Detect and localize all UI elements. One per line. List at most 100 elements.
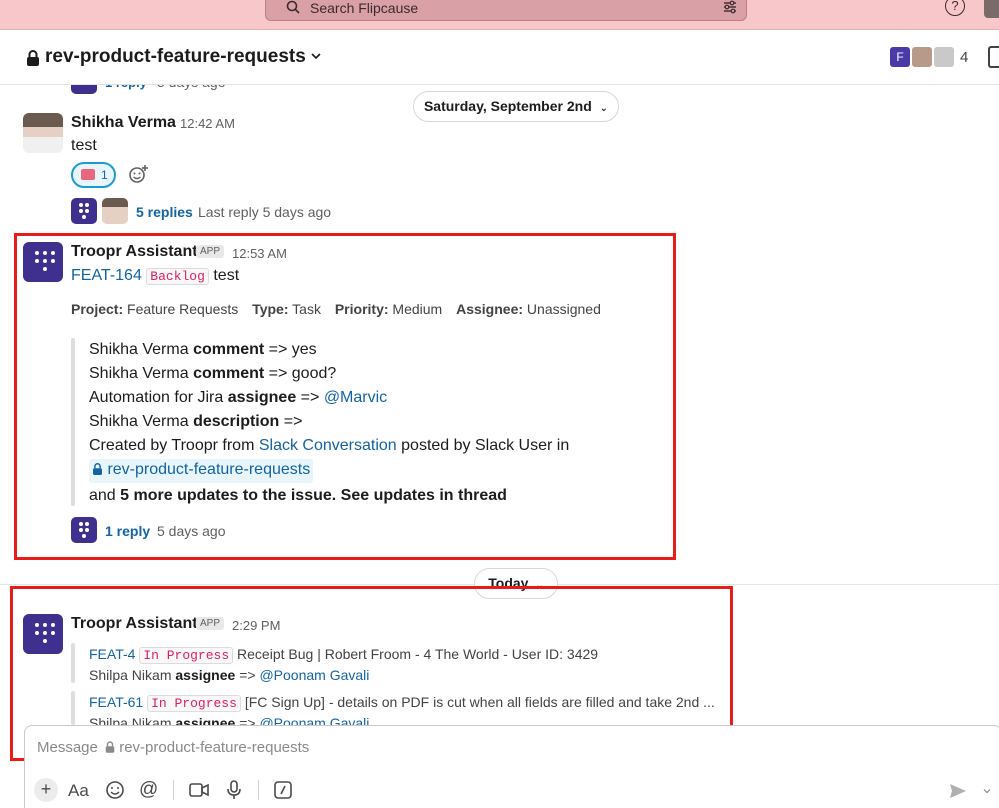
thread-replies-link[interactable]: 1 reply (105, 523, 150, 539)
app-badge: APP (196, 617, 225, 630)
field-value: Task (292, 301, 321, 317)
channel-name-overlay: rev-product-feature-requests (45, 46, 306, 67)
issue-key-link[interactable]: FEAT-4 (89, 646, 135, 662)
shortcuts-icon[interactable] (274, 781, 292, 799)
message-author[interactable]: Troopr Assistant (71, 615, 198, 633)
search-placeholder: Search Flipcause (310, 0, 419, 16)
field-label: Type: (252, 301, 289, 317)
huddle-icon[interactable] (988, 46, 999, 68)
message-composer[interactable]: Message rev-product-feature-requests + A… (24, 725, 999, 808)
status-badge: In Progress (139, 647, 234, 664)
update-field: description (193, 413, 280, 430)
microphone-icon[interactable] (227, 780, 241, 800)
lock-icon (105, 741, 115, 753)
emoji-icon[interactable] (105, 780, 125, 800)
member-avatar: F (888, 45, 912, 69)
update-text: posted by Slack User in (401, 437, 570, 454)
formatting-icon[interactable]: Aa (68, 781, 89, 801)
avatar[interactable] (23, 113, 63, 153)
thread-participant-avatar (71, 517, 97, 543)
message-author[interactable]: Shikha Verma (71, 114, 176, 132)
update-value: => good? (268, 365, 337, 382)
update-line: Shikha Verma description => (89, 413, 302, 431)
user-avatar[interactable] (984, 0, 999, 18)
update-arrow: => (239, 667, 256, 683)
update-line: Shikha Verma comment => yes (89, 341, 317, 359)
update-line: Shilpa Nikam assignee => @Poonam Gavali (89, 667, 369, 683)
update-value: => yes (268, 341, 317, 358)
update-user: Automation for Jira (89, 389, 224, 406)
message-text: test (71, 137, 97, 154)
composer-placeholder: Message (37, 739, 98, 756)
date-divider[interactable]: Saturday, September 2nd ⌄ (413, 91, 619, 122)
update-field: assignee (227, 389, 297, 406)
field-value: Unassigned (526, 301, 601, 317)
user-mention[interactable]: @Poonam Gavali (259, 667, 369, 683)
issue-title-line: FEAT-164 Backlog test (71, 267, 239, 285)
add-reaction-icon[interactable] (128, 163, 150, 185)
issue-key-link[interactable]: FEAT-61 (89, 694, 143, 710)
status-badge: In Progress (147, 695, 241, 712)
update-text: Created by Troopr from (89, 437, 255, 454)
issue-title-line: FEAT-4 In Progress Receipt Bug | Robert … (89, 646, 599, 664)
quote-bar (71, 643, 75, 683)
field-label: Priority: (334, 301, 389, 317)
update-text: and (89, 487, 116, 504)
message-time[interactable]: 2:29 PM (232, 618, 280, 633)
thread-replies-link[interactable]: 5 replies (136, 204, 193, 220)
update-line: Automation for Jira assignee => @Marvic (89, 389, 387, 407)
field-value: Medium (392, 301, 443, 317)
more-updates-text: 5 more updates to the issue. See updates… (120, 487, 507, 504)
channel-mention[interactable]: rev-product-feature-requests (89, 459, 314, 483)
channel-members-overlay[interactable]: F (888, 45, 958, 71)
issue-key-link[interactable]: FEAT-164 (71, 267, 142, 284)
chevron-down-icon[interactable] (311, 52, 321, 60)
send-icon[interactable] (949, 783, 967, 799)
issue-title: Receipt Bug | Robert Froom - 4 The World… (237, 646, 599, 662)
message-time[interactable]: 12:42 AM (180, 116, 235, 131)
troopr-avatar[interactable] (23, 242, 63, 282)
toolbar-divider (258, 780, 259, 800)
field-value: Feature Requests (127, 301, 239, 317)
user-mention[interactable]: @Marvic (324, 389, 387, 406)
message-time[interactable]: 12:53 AM (232, 246, 287, 261)
app-badge: APP (196, 245, 225, 258)
reaction-pill[interactable]: 1 (71, 162, 116, 188)
plus-icon[interactable]: + (34, 778, 58, 802)
composer-input[interactable]: Message rev-product-feature-requests (37, 739, 309, 756)
chevron-down-icon[interactable] (983, 788, 991, 794)
troopr-avatar[interactable] (23, 614, 63, 654)
quote-bar (71, 338, 75, 506)
update-user: Shikha Verma (89, 341, 189, 358)
composer-channel: rev-product-feature-requests (119, 739, 310, 756)
status-badge: Backlog (146, 268, 209, 285)
member-avatar (932, 45, 956, 69)
update-field: comment (193, 365, 265, 382)
update-line: and 5 more updates to the issue. See upd… (89, 487, 507, 505)
field-label: Project: (71, 301, 124, 317)
member-count[interactable]: 4 (960, 49, 968, 66)
issue-title: test (213, 267, 240, 284)
update-user: Shikha Verma (89, 413, 189, 430)
video-icon[interactable] (189, 782, 209, 798)
date-divider-label: Saturday, September 2nd (423, 98, 592, 114)
search-bar[interactable]: Search Flipcause (265, 0, 747, 21)
update-line: Shikha Verma comment => good? (89, 365, 336, 383)
toolbar-divider (173, 780, 174, 800)
reaction-count: 1 (101, 168, 108, 182)
slack-conversation-link[interactable]: Slack Conversation (259, 437, 397, 454)
thread-ago: 5 days ago (157, 523, 226, 539)
filter-sliders-icon[interactable] (722, 0, 738, 15)
update-arrow: => (300, 389, 320, 406)
channel-mention-label: rev-product-feature-requests (107, 461, 311, 478)
message-author[interactable]: Troopr Assistant (71, 243, 198, 261)
update-field: comment (193, 341, 265, 358)
lock-icon (27, 50, 39, 66)
member-avatar (910, 45, 934, 69)
thread-last-reply: Last reply 5 days ago (198, 204, 332, 220)
issue-fields: Project: Feature Requests Type: Task Pri… (71, 301, 601, 317)
issue-title: [FC Sign Up] - details on PDF is cut whe… (244, 694, 715, 710)
mention-icon[interactable]: @ (139, 779, 158, 801)
thread-participant-avatar (102, 198, 128, 224)
thread-participant-avatar (71, 198, 97, 224)
